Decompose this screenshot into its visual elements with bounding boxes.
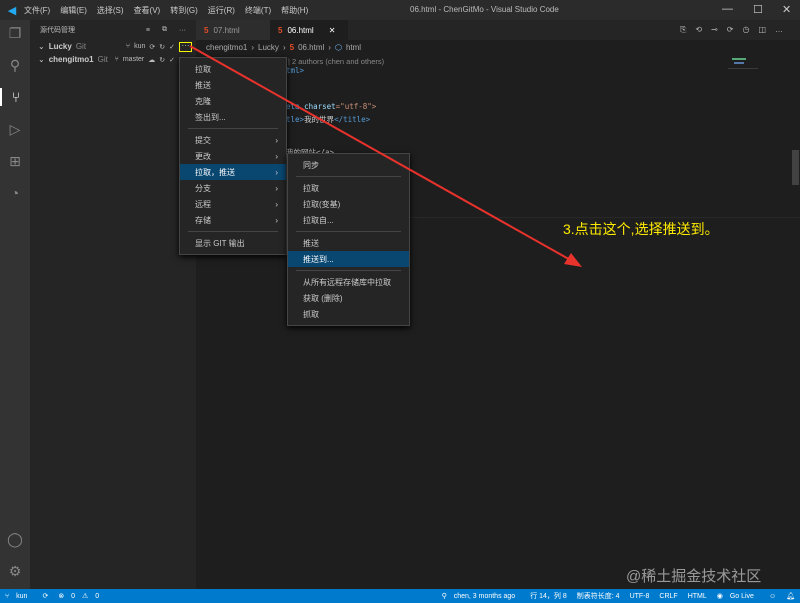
- problems-status[interactable]: ⊗ 0 ⚠ 0: [58, 592, 104, 600]
- line-ending[interactable]: CRLF: [659, 593, 677, 600]
- annotation-text: 3.点击这个,选择推送到。: [563, 221, 719, 237]
- tab-size[interactable]: 制表符长度: 4: [577, 591, 620, 601]
- annotation-arrow: [189, 45, 582, 267]
- status-bar: ⑂ kun ⟳ ⊗ 0 ⚠ 0 ⚲ chen, 3 months ago 行 1…: [0, 589, 800, 603]
- encoding[interactable]: UTF-8: [630, 593, 650, 600]
- notifications-icon[interactable]: 🔔︎: [786, 592, 795, 600]
- language-mode[interactable]: HTML: [688, 593, 707, 600]
- watermark: @稀土掘金技术社区: [626, 568, 762, 585]
- cursor-position[interactable]: 行 14，列 8: [530, 591, 567, 601]
- branch-status[interactable]: ⑂ kun: [5, 593, 32, 600]
- sync-status-icon[interactable]: ⟳: [42, 592, 48, 600]
- go-live-button[interactable]: ◉ Go Live: [717, 592, 759, 600]
- feedback-icon[interactable]: ☺: [769, 593, 776, 600]
- git-blame-status[interactable]: ⚲ chen, 3 months ago: [442, 592, 521, 600]
